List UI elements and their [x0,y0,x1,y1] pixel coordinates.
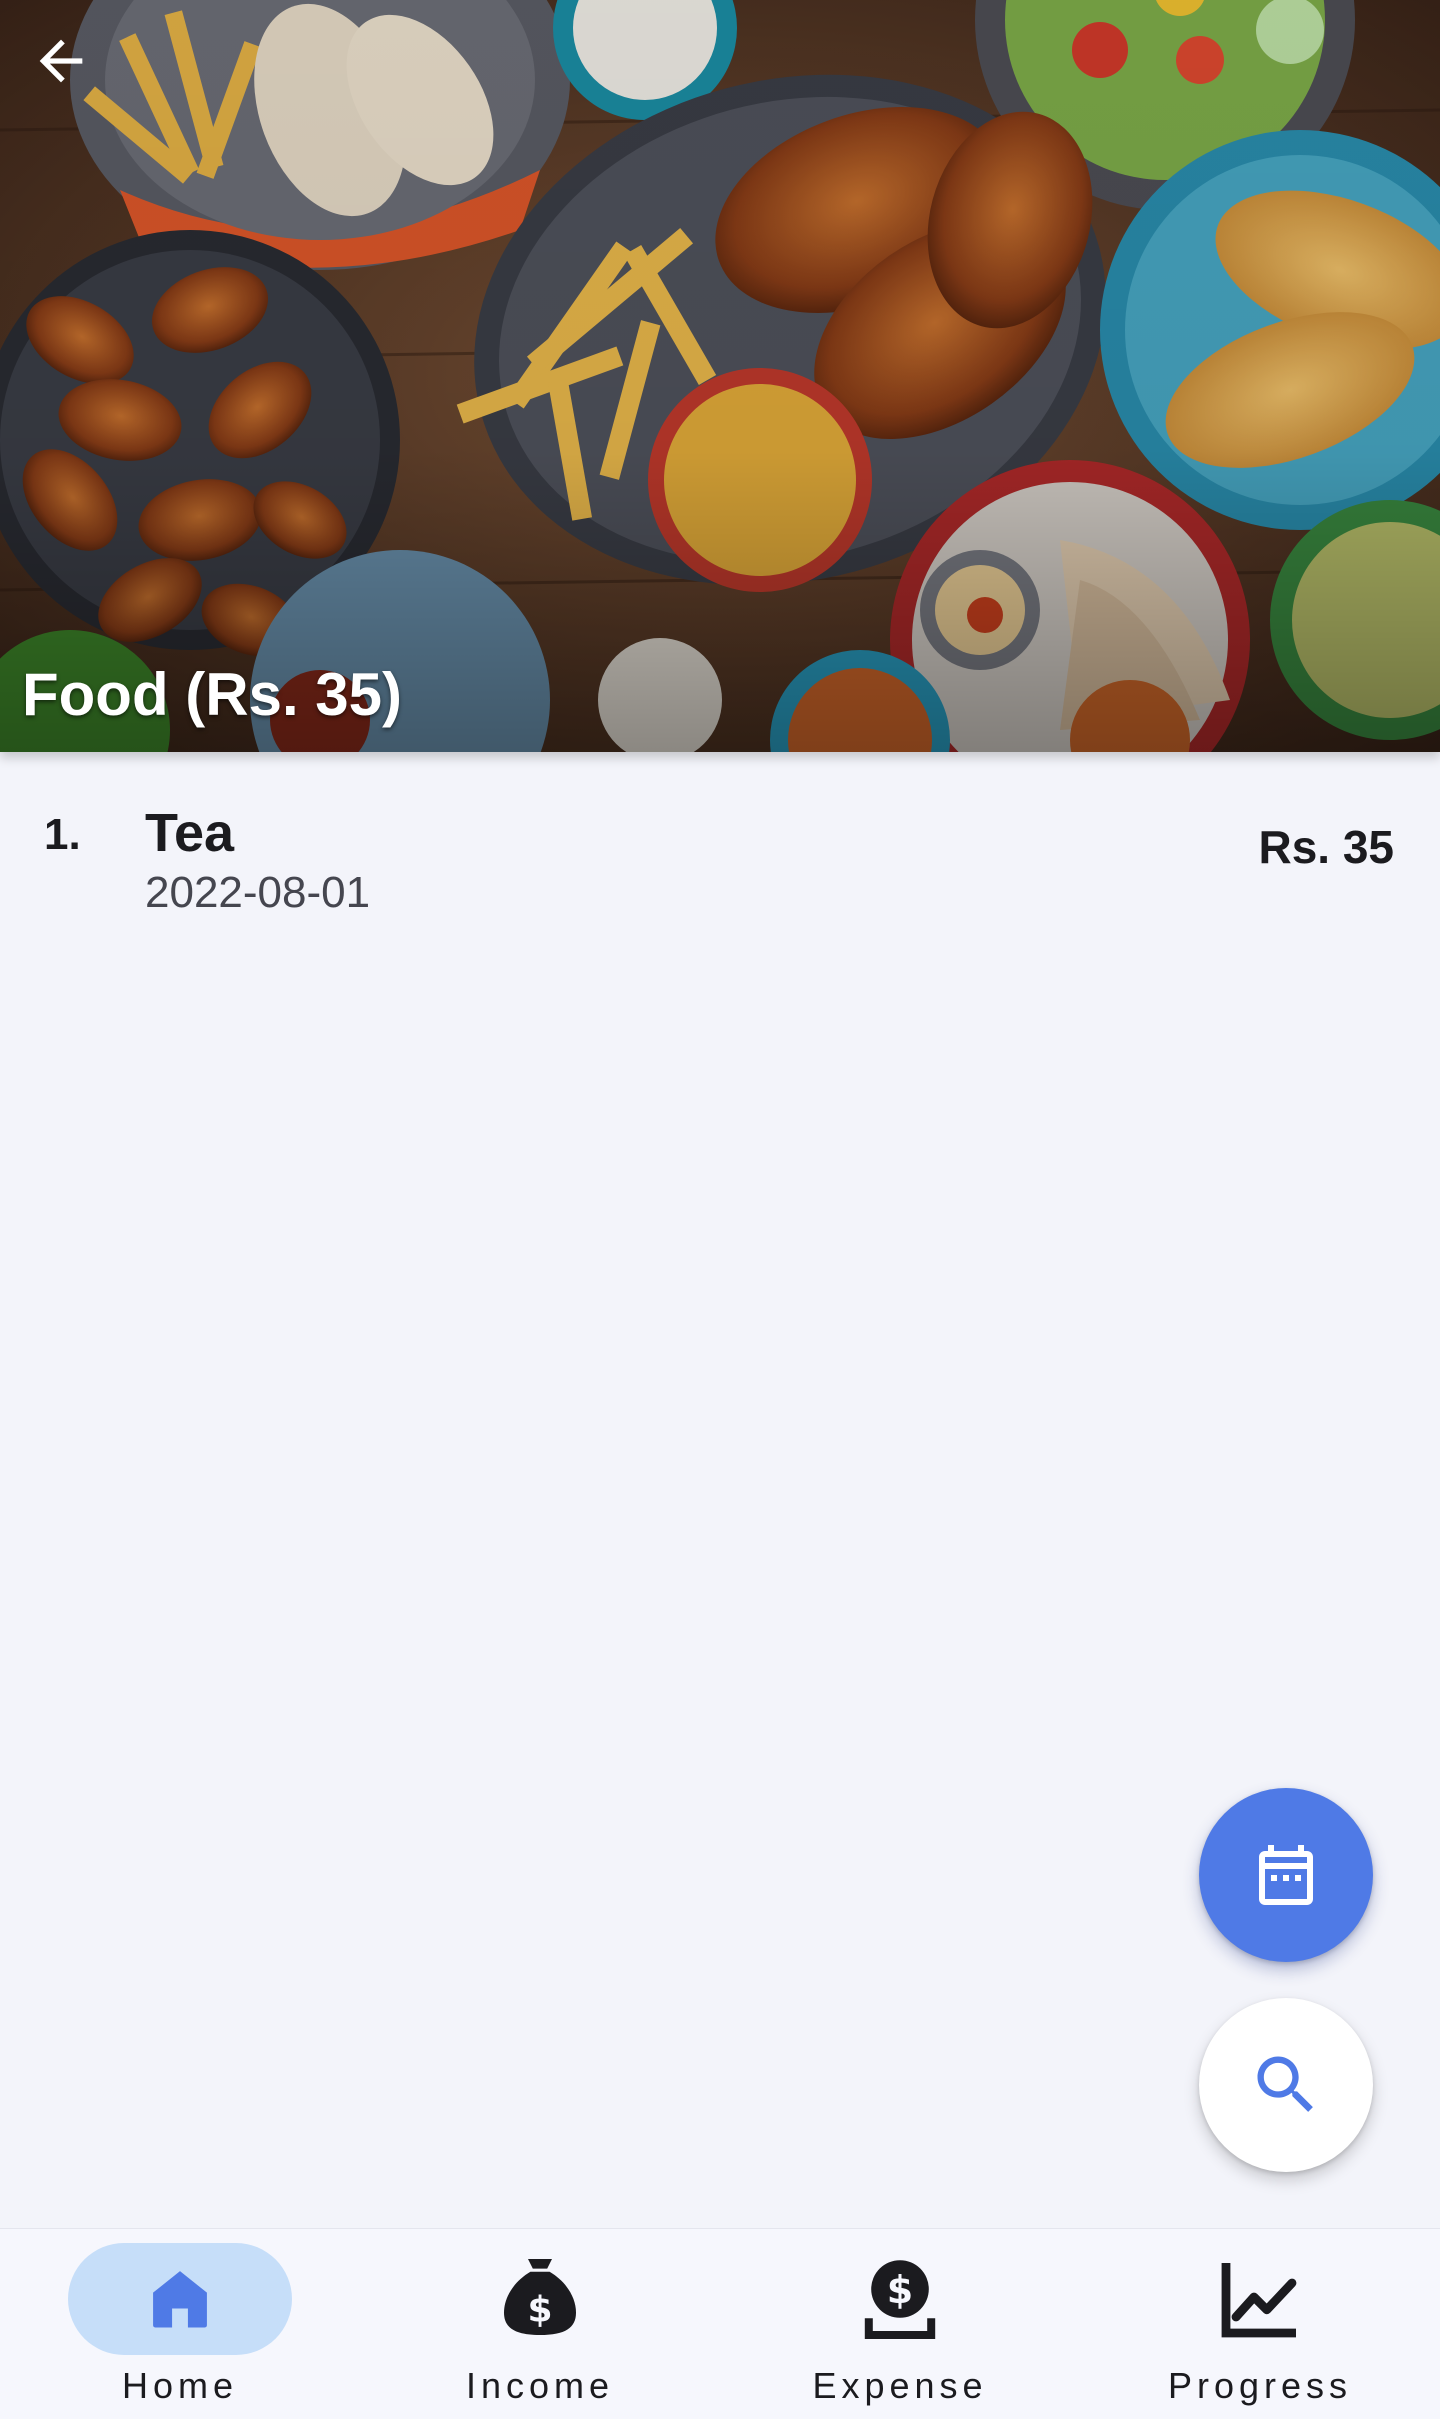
nav-item-income[interactable]: $ Income [360,2229,720,2419]
item-amount: Rs. 35 [1258,821,1394,873]
nav-label-progress: Progress [1167,2365,1353,2406]
coin-hand-icon: $ [864,2260,936,2339]
search-fab-button[interactable] [1199,1998,1373,2172]
money-bag-icon: $ [504,2259,576,2335]
back-button[interactable] [18,18,104,104]
list-item[interactable]: 1. Tea 2022-08-01 Rs. 35 [0,790,1440,930]
category-title: Food (Rs. 35) [22,661,403,728]
bottom-navigation: Home $ Income $ Expense Progress [0,2228,1440,2419]
nav-label-income: Income [465,2365,615,2406]
item-date: 2022-08-01 [145,868,371,917]
svg-text:$: $ [887,2268,913,2312]
chart-line-icon [1221,2263,1297,2338]
item-name: Tea [145,803,235,863]
nav-label-expense: Expense [812,2365,988,2406]
calendar-icon [1259,1845,1313,1905]
nav-item-expense[interactable]: $ Expense [720,2229,1080,2419]
item-index: 1. [44,810,81,859]
home-icon [153,2271,207,2328]
banner-overlay [0,0,1440,752]
arrow-left-icon [39,39,83,83]
expense-list: 1. Tea 2022-08-01 Rs. 35 [0,790,1440,930]
calendar-fab-button[interactable] [1199,1788,1373,1962]
svg-text:$: $ [527,2289,552,2330]
nav-label-home: Home [121,2365,239,2406]
nav-active-indicator [68,2243,292,2355]
search-icon [1257,2056,1313,2112]
nav-item-progress[interactable]: Progress [1080,2229,1440,2419]
header-banner: Food (Rs. 35) [0,0,1440,752]
nav-item-home[interactable]: Home [0,2229,360,2419]
